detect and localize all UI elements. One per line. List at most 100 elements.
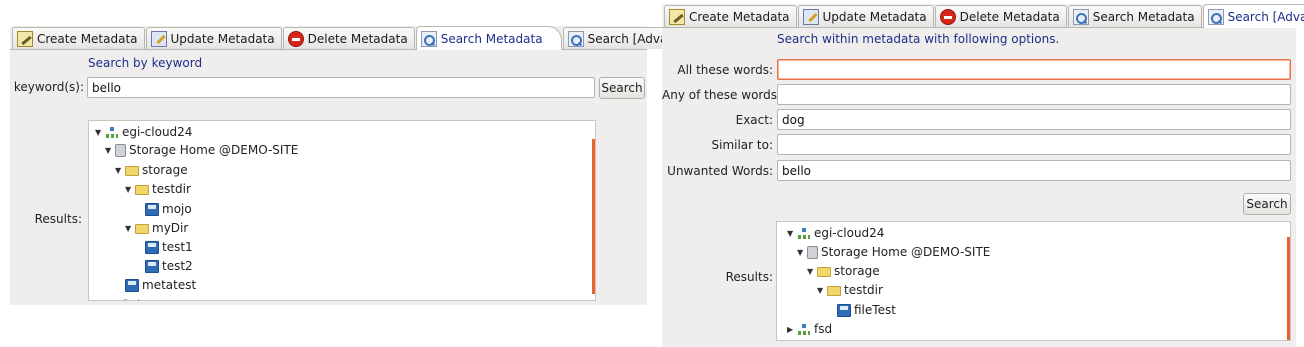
tab-label: Update Metadata [822, 9, 927, 24]
tree-node[interactable]: ▼ egi-cloud24 [787, 224, 884, 242]
tree-node[interactable]: metatest [125, 276, 196, 294]
search-button[interactable]: Search [1243, 193, 1291, 215]
collapse-arrow-icon[interactable]: ▶ [787, 325, 797, 334]
expand-arrow-icon[interactable]: ▼ [797, 248, 807, 257]
tab-create-metadata[interactable]: Create Metadata [12, 27, 145, 49]
tab-search-advance[interactable]: Search [Advance] [1202, 4, 1304, 28]
tree-node[interactable]: ▼ testdir [125, 180, 191, 198]
folder-icon [827, 286, 841, 296]
all-words-input[interactable] [777, 59, 1291, 80]
tree-node[interactable]: ▶ fsd [95, 296, 140, 302]
network-icon [105, 299, 119, 300]
expand-arrow-icon[interactable]: ▼ [125, 185, 135, 194]
search-button[interactable]: Search [599, 77, 645, 99]
tab-delete-metadata[interactable]: Delete Metadata [934, 5, 1067, 27]
expand-arrow-icon[interactable]: ▼ [787, 229, 797, 238]
tab-label: Search [Advance] [1227, 9, 1304, 24]
tab-update-metadata[interactable]: Update Metadata [797, 5, 934, 27]
keyword-search-panel: Create Metadata Update Metadata Delete M… [10, 26, 701, 305]
folder-icon [135, 224, 149, 234]
expand-arrow-icon[interactable]: ▼ [125, 224, 135, 233]
search-hint: Search within metadata with following op… [777, 32, 1060, 46]
tab-label: Delete Metadata [959, 9, 1060, 24]
search-hint: Search by keyword [88, 56, 203, 70]
search-icon [567, 30, 584, 47]
tree-node[interactable]: fileTest [837, 301, 896, 319]
tree-node-label: fsd [814, 322, 833, 336]
file-icon [145, 259, 159, 273]
tab-delete-metadata[interactable]: Delete Metadata [282, 27, 415, 49]
tree-node[interactable]: ▼ Storage Home @DEMO-SITE [105, 141, 298, 159]
results-label: Results: [34, 212, 82, 226]
exact-label: Exact: [735, 113, 773, 127]
tree-node[interactable]: mojo [145, 200, 192, 218]
tree-node-label: test2 [162, 259, 193, 273]
tree-node-label: storage [834, 264, 880, 278]
disk-icon [807, 245, 818, 259]
search-icon [1072, 8, 1089, 25]
unwanted-words-input[interactable] [777, 160, 1291, 181]
tab-bar: Create Metadata Update Metadata Delete M… [10, 26, 701, 50]
tree-node[interactable]: ▼ testdir [817, 281, 883, 299]
similar-label: Similar to: [711, 138, 774, 152]
folder-icon [135, 185, 149, 195]
tree-node[interactable]: ▼ storage [807, 262, 880, 280]
disk-icon [115, 143, 126, 157]
tree-node-label: mojo [162, 202, 192, 216]
tab-label: Search Metadata [1092, 9, 1195, 24]
tree-node[interactable]: ▼ Storage Home @DEMO-SITE [797, 243, 990, 261]
search-icon [420, 30, 437, 47]
expand-arrow-icon[interactable]: ▼ [105, 146, 115, 155]
tree-node-label: Storage Home @DEMO-SITE [129, 143, 299, 157]
edit-pencil-icon [802, 8, 819, 25]
tab-label: Create Metadata [689, 9, 790, 24]
any-words-label: Any of these words: [662, 88, 782, 102]
tree-node-label: metatest [142, 278, 197, 292]
tree-node[interactable]: ▶ fsd [787, 320, 832, 338]
tree-node-label: test1 [162, 240, 193, 254]
delete-icon [287, 30, 304, 47]
tab-label: Update Metadata [170, 31, 275, 46]
tree-node[interactable]: ▼ storage [115, 161, 188, 179]
network-icon [797, 323, 811, 336]
tree-node[interactable]: test2 [145, 257, 193, 275]
expand-arrow-icon[interactable]: ▼ [807, 267, 817, 276]
scrollbar-thumb[interactable] [1287, 237, 1290, 340]
edit-pencil-icon [150, 30, 167, 47]
results-tree[interactable]: ▼ egi-cloud24 ▼ Storage Home @DEMO-SITE … [88, 120, 596, 301]
folder-icon [817, 267, 831, 277]
tab-search-metadata[interactable]: Search Metadata [1067, 5, 1202, 27]
exact-input[interactable] [777, 109, 1291, 130]
tab-search-metadata[interactable]: Search Metadata [415, 26, 562, 50]
any-words-input[interactable] [777, 84, 1291, 105]
folder-icon [125, 166, 139, 176]
unwanted-words-label: Unwanted Words: [667, 164, 773, 178]
expand-arrow-icon[interactable]: ▼ [95, 128, 105, 137]
keyword-input[interactable] [87, 77, 595, 98]
similar-input[interactable] [777, 134, 1291, 155]
collapse-arrow-icon[interactable]: ▶ [95, 301, 105, 302]
edit-icon [17, 30, 33, 47]
tree-node-label: testdir [844, 283, 883, 297]
keyword-label: keyword(s): [13, 80, 84, 94]
tree-node[interactable]: ▼ myDir [125, 219, 188, 237]
tab-bar: Create Metadata Update Metadata Delete M… [662, 4, 1304, 28]
file-icon [125, 278, 139, 292]
tree-node-label: testdir [152, 182, 191, 196]
network-icon [797, 227, 811, 240]
tab-update-metadata[interactable]: Update Metadata [145, 27, 282, 49]
tree-node-label: myDir [152, 221, 189, 235]
tree-node[interactable]: ▼ egi-cloud24 [95, 123, 192, 141]
file-icon [145, 240, 159, 254]
tree-node-label: egi-cloud24 [814, 226, 885, 240]
expand-arrow-icon[interactable]: ▼ [115, 166, 125, 175]
scrollbar-thumb[interactable] [592, 139, 595, 294]
tab-label: Delete Metadata [307, 31, 408, 46]
tree-node[interactable]: test1 [145, 238, 193, 256]
expand-arrow-icon[interactable]: ▼ [817, 286, 827, 295]
results-tree[interactable]: ▼ egi-cloud24 ▼ Storage Home @DEMO-SITE … [776, 221, 1291, 341]
tree-node-label: storage [142, 163, 188, 177]
edit-icon [669, 8, 685, 25]
tab-create-metadata[interactable]: Create Metadata [664, 5, 797, 27]
network-icon [105, 126, 119, 139]
